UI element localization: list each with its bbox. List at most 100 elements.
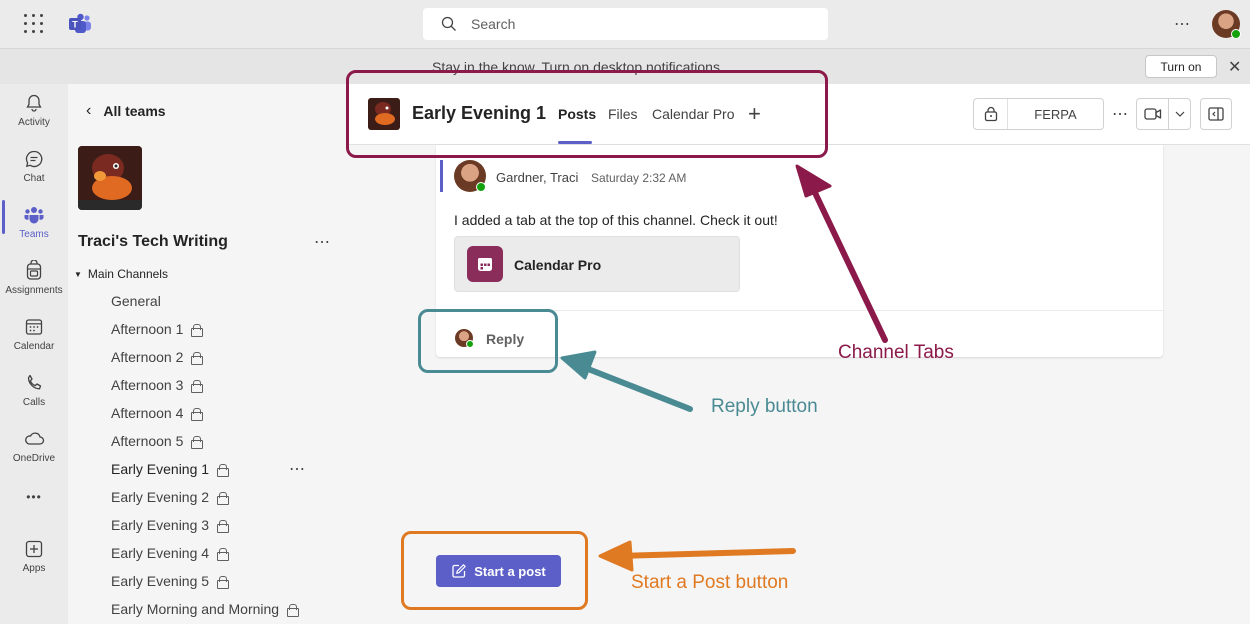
channel-item-early-evening-4[interactable]: Early Evening 4 (111, 545, 230, 561)
private-lock-icon (217, 463, 230, 477)
channel-tabs-highlight-box (346, 70, 828, 158)
chevron-left-icon: ‹ (86, 102, 92, 119)
calendar-app-icon (467, 246, 503, 282)
channel-label: Afternoon 4 (111, 405, 184, 421)
rail-item-label: Apps (22, 563, 46, 574)
svg-text:T: T (72, 20, 78, 30)
rail-item-label: Calendar (13, 341, 55, 352)
private-lock-icon (217, 519, 230, 533)
all-teams-back-button[interactable]: ‹ All teams (86, 102, 166, 120)
all-teams-label: All teams (103, 103, 166, 119)
chevron-down-icon[interactable] (1169, 99, 1190, 129)
private-lock-icon (191, 351, 204, 365)
sensitivity-label-text: FERPA (1034, 106, 1077, 122)
team-picture (78, 146, 142, 210)
more-apps-icon: ••• (26, 490, 42, 504)
channel-label: Afternoon 1 (111, 321, 184, 337)
rail-item-label: OneDrive (12, 453, 56, 464)
channel-item-general[interactable]: General (111, 293, 161, 309)
add-app-icon (23, 538, 45, 560)
post-author[interactable]: Gardner, Traci (496, 170, 578, 185)
presence-available-icon (1231, 29, 1241, 39)
search-input[interactable]: Search (423, 8, 828, 40)
channel-label: Early Morning and Morning (111, 601, 280, 617)
phone-icon (23, 372, 45, 394)
channel-section-header[interactable]: ▼ Main Channels (74, 267, 168, 281)
channel-label: Afternoon 2 (111, 349, 184, 365)
post-accent-bar (440, 160, 443, 192)
channel-item-early-evening-5[interactable]: Early Evening 5 (111, 573, 230, 589)
caret-down-icon: ▼ (74, 269, 82, 279)
rail-item-label: Teams (19, 229, 49, 240)
channel-label: Early Evening 1 (111, 461, 210, 477)
team-name: Traci's Tech Writing (78, 233, 228, 250)
post-body: I added a tab at the top of this channel… (454, 212, 778, 228)
channel-label: General (111, 293, 161, 309)
cloud-icon (23, 428, 45, 450)
private-lock-icon (191, 379, 204, 393)
search-placeholder: Search (471, 16, 516, 32)
channel-tabs-annotation: Channel Tabs (838, 342, 954, 363)
team-more-options-icon[interactable]: ⋯ (314, 232, 330, 252)
mascot-image (78, 146, 142, 210)
channel-item-afternoon-1[interactable]: Afternoon 1 (111, 321, 204, 337)
open-side-panel-button[interactable] (1200, 98, 1232, 130)
private-lock-icon (191, 323, 204, 337)
backpack-icon (23, 260, 45, 282)
channel-pane: ‹ All teams Traci's Tech Writing ⋯ ▼ Mai… (68, 84, 347, 624)
lock-shield-icon (974, 99, 1008, 129)
sensitivity-label-button[interactable]: FERPA (973, 98, 1104, 130)
channel-item-early-morning-and-morning[interactable]: Early Morning and Morning (111, 601, 300, 617)
rail-item-onedrive[interactable]: OneDrive (0, 428, 68, 478)
tab-card-label: Calendar Pro (514, 257, 602, 273)
channel-item-afternoon-2[interactable]: Afternoon 2 (111, 349, 204, 365)
channel-more-label: ⋯ (289, 461, 305, 478)
reply-highlight-box (418, 309, 558, 373)
settings-more-icon[interactable]: ⋯ (1174, 14, 1191, 34)
rail-item-teams[interactable]: Teams (0, 204, 68, 254)
author-avatar[interactable] (454, 160, 486, 192)
channel-item-afternoon-4[interactable]: Afternoon 4 (111, 405, 204, 421)
rail-item-activity[interactable]: Activity (0, 92, 68, 142)
channel-label: Afternoon 3 (111, 377, 184, 393)
start-post-highlight-box (401, 531, 588, 610)
rail-item-apps[interactable]: Apps (0, 538, 68, 588)
close-icon[interactable]: ✕ (1228, 57, 1241, 77)
channel-item-early-evening-2[interactable]: Early Evening 2 (111, 489, 230, 505)
rail-item-label: Chat (23, 173, 45, 184)
channel-item-early-evening-1[interactable]: Early Evening 1 (111, 461, 230, 477)
rail-item-label: Activity (18, 117, 50, 128)
teams-icon (23, 204, 45, 226)
rail-item-chat[interactable]: Chat (0, 148, 68, 198)
rail-item-label: Calls (22, 397, 46, 408)
meet-button[interactable] (1136, 98, 1191, 130)
rail-item-more[interactable]: ••• (0, 490, 68, 540)
channel-more-options-icon[interactable]: ⋯ (1112, 104, 1128, 124)
private-lock-icon (191, 407, 204, 421)
channel-label: Early Evening 4 (111, 545, 210, 561)
start-post-annotation: Start a Post button (631, 572, 789, 593)
section-label: Main Channels (87, 267, 168, 281)
rail-item-assignments[interactable]: Assignments (0, 260, 68, 310)
rail-item-calendar[interactable]: Calendar (0, 316, 68, 366)
channel-label: Afternoon 5 (111, 433, 184, 449)
rail-item-label: Assignments (5, 285, 63, 296)
channel-item-afternoon-5[interactable]: Afternoon 5 (111, 433, 204, 449)
presence-available-icon (476, 182, 486, 192)
post-timestamp: Saturday 2:32 AM (591, 171, 687, 185)
private-lock-icon (217, 547, 230, 561)
private-lock-icon (217, 491, 230, 505)
channel-item-early-evening-3[interactable]: Early Evening 3 (111, 517, 230, 533)
calendar-icon (23, 316, 45, 338)
channel-item-afternoon-3[interactable]: Afternoon 3 (111, 377, 204, 393)
turn-on-notifications-button[interactable]: Turn on (1145, 55, 1217, 78)
reply-button-annotation: Reply button (711, 396, 818, 417)
profile-avatar[interactable] (1212, 10, 1241, 39)
video-camera-icon (1137, 99, 1169, 129)
app-launcher-icon[interactable] (24, 14, 44, 34)
side-panel-icon (1208, 107, 1224, 121)
chat-icon (23, 148, 45, 170)
private-lock-icon (287, 603, 300, 617)
rail-item-calls[interactable]: Calls (0, 372, 68, 422)
channel-more-options-icon[interactable]: ⋯ (289, 459, 305, 479)
